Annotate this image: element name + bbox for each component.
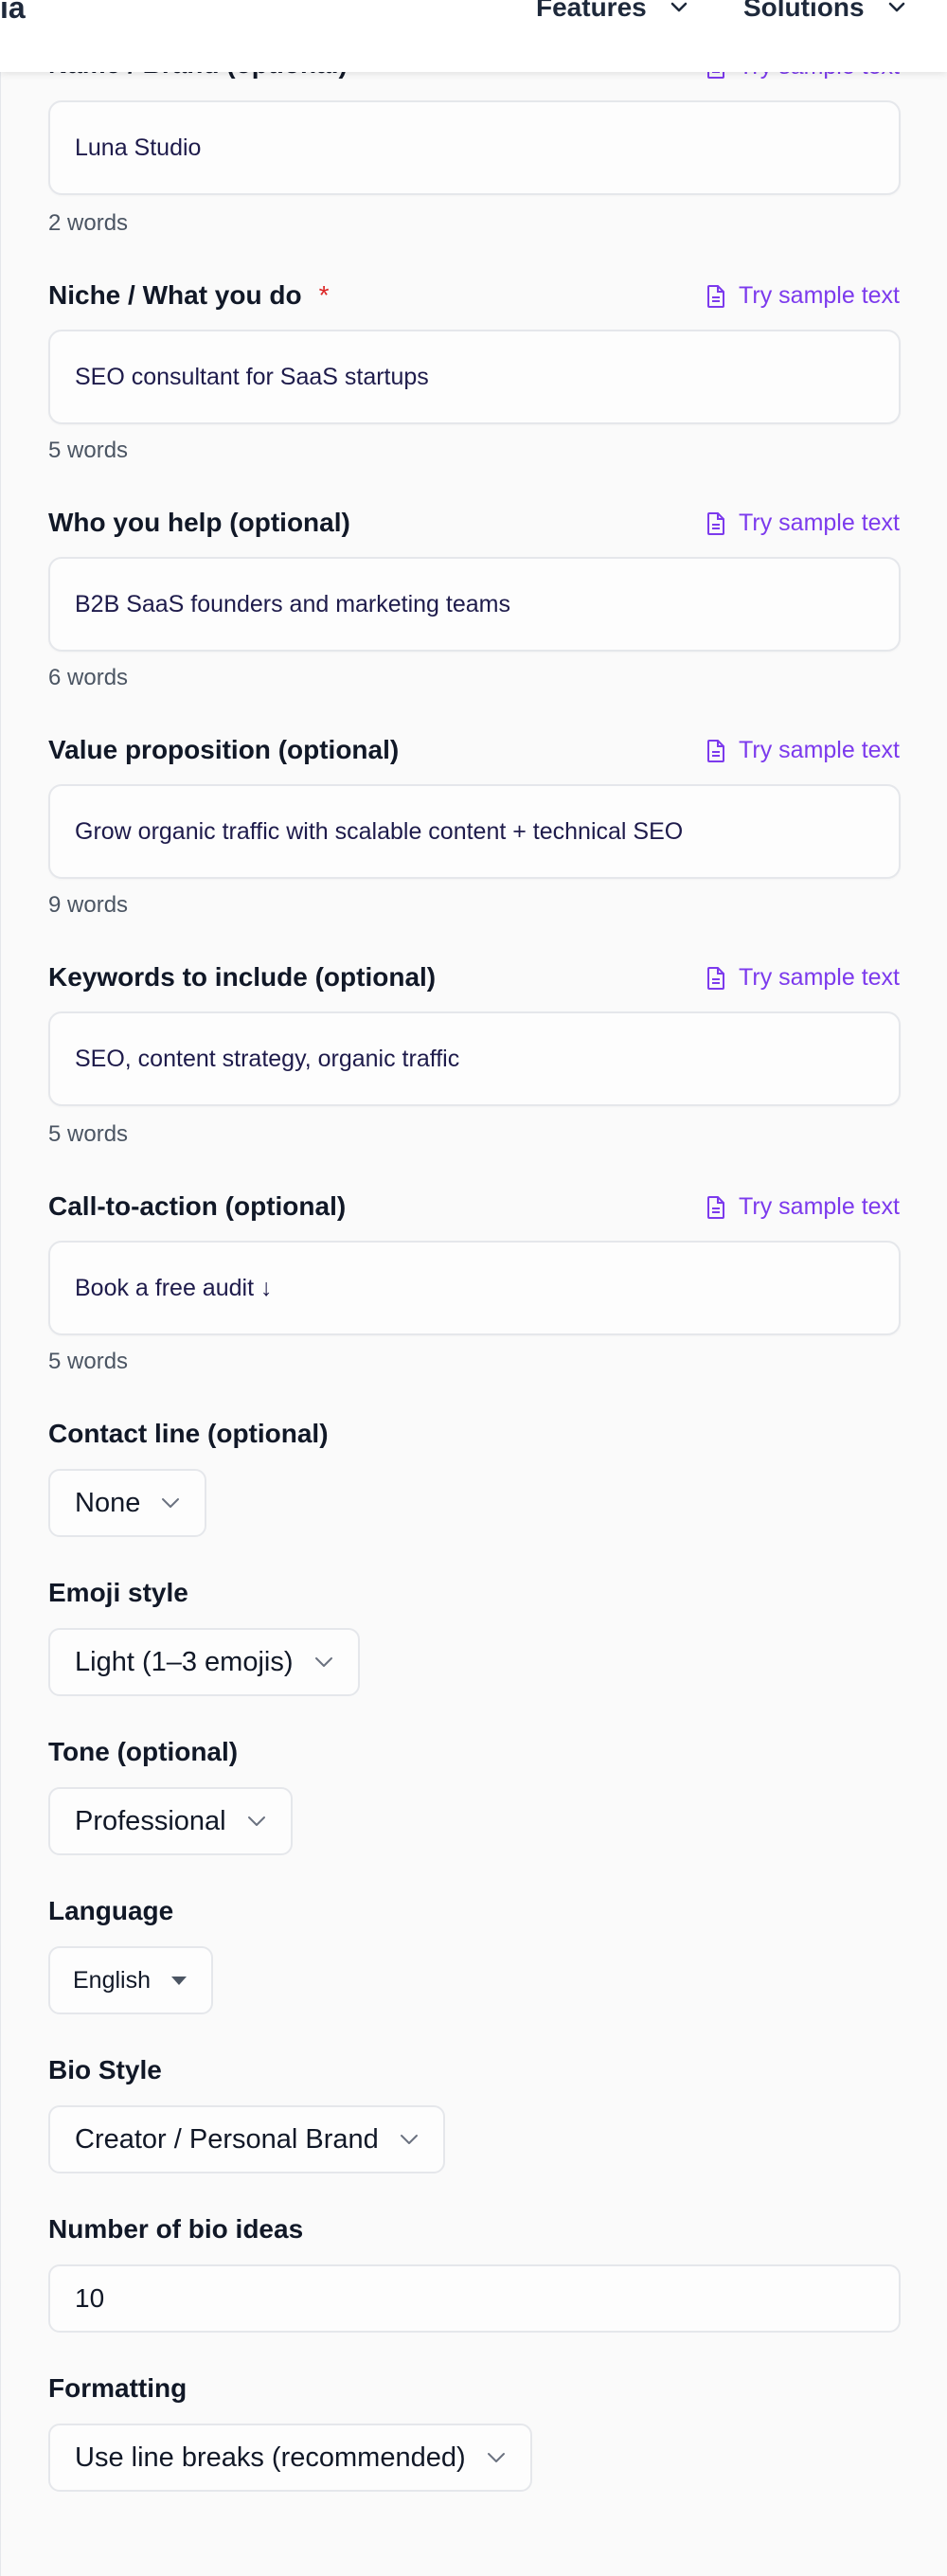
- nav-features-label: Features: [536, 0, 647, 22]
- field-label-formatting: Formatting: [48, 2373, 188, 2403]
- tone-select[interactable]: Professional: [48, 1787, 293, 1855]
- chevron-down-icon: [670, 2, 688, 12]
- audience-value: B2B SaaS founders and marketing teams: [75, 590, 510, 617]
- try-sample-niche[interactable]: Try sample text: [705, 282, 900, 310]
- try-sample-label: Try sample text: [739, 737, 900, 763]
- try-sample-label: Try sample text: [739, 1193, 900, 1220]
- niche-label-text: Niche / What you do: [48, 280, 302, 310]
- bio-style-selected-value: Creator / Personal Brand: [75, 2123, 379, 2155]
- field-label-language: Language: [48, 1896, 174, 1925]
- required-mark: *: [318, 280, 330, 310]
- bio-style-select[interactable]: Creator / Personal Brand: [48, 2105, 445, 2174]
- document-icon: [707, 511, 725, 535]
- num-ideas-value: 10: [75, 2283, 105, 2313]
- try-sample-audience[interactable]: Try sample text: [705, 510, 900, 537]
- emoji-select[interactable]: Light (1–3 emojis): [48, 1628, 360, 1696]
- document-icon: [707, 284, 725, 308]
- word-count-keywords: 5 words: [48, 1121, 129, 1147]
- try-sample-label: Try sample text: [739, 510, 900, 536]
- language-selected-value: English: [73, 1966, 151, 1994]
- field-label-audience: Who you help (optional): [48, 508, 350, 537]
- field-label-bio-style: Bio Style: [48, 2055, 162, 2084]
- cta-input[interactable]: Book a free audit ↓: [48, 1241, 901, 1335]
- field-label-cta: Call-to-action (optional): [48, 1191, 347, 1221]
- field-label-value-prop: Value proposition (optional): [48, 735, 400, 764]
- word-count-cta: 5 words: [48, 1349, 129, 1374]
- chevron-down-icon: [162, 1498, 180, 1508]
- document-icon: [707, 966, 725, 990]
- chevron-down-icon: [487, 2453, 505, 2462]
- try-sample-keywords[interactable]: Try sample text: [705, 964, 900, 992]
- niche-value: SEO consultant for SaaS startups: [75, 363, 429, 390]
- try-sample-label: Try sample text: [739, 964, 900, 991]
- value-prop-value: Grow organic traffic with scalable conte…: [75, 817, 684, 845]
- word-count-value-prop: 9 words: [48, 892, 129, 918]
- nav-solutions-label: Solutions: [743, 0, 865, 22]
- document-icon: [707, 739, 725, 762]
- try-sample-cta[interactable]: Try sample text: [705, 1193, 900, 1221]
- word-count-audience: 6 words: [48, 665, 129, 690]
- emoji-selected-value: Light (1–3 emojis): [75, 1646, 294, 1677]
- audience-input[interactable]: B2B SaaS founders and marketing teams: [48, 557, 901, 652]
- num-ideas-input[interactable]: 10: [48, 2264, 901, 2333]
- name-value: Luna Studio: [75, 134, 202, 161]
- contact-select[interactable]: None: [48, 1469, 207, 1537]
- field-label-num-ideas: Number of bio ideas: [48, 2214, 304, 2244]
- language-select[interactable]: English: [48, 1946, 213, 2014]
- chevron-down-icon: [247, 1816, 265, 1826]
- tone-selected-value: Professional: [75, 1805, 226, 1836]
- chevron-down-icon: [400, 2135, 418, 2144]
- field-label-niche: Niche / What you do *: [48, 280, 329, 311]
- bio-generator-form: Name / Brand (optional) Try sample text …: [0, 0, 947, 2576]
- field-label-contact: Contact line (optional): [48, 1419, 329, 1448]
- cta-value: Book a free audit ↓: [75, 1274, 273, 1301]
- chevron-down-icon: [888, 2, 904, 12]
- nav-solutions[interactable]: Solutions: [743, 0, 906, 23]
- keywords-value: SEO, content strategy, organic traffic: [75, 1045, 460, 1072]
- field-label-keywords: Keywords to include (optional): [48, 962, 437, 992]
- keywords-input[interactable]: SEO, content strategy, organic traffic: [48, 1011, 901, 1106]
- word-count-name: 2 words: [48, 210, 129, 236]
- contact-selected-value: None: [75, 1487, 141, 1518]
- field-label-emoji: Emoji style: [48, 1578, 188, 1607]
- logo[interactable]: ia: [0, 0, 26, 26]
- document-icon: [707, 1195, 725, 1219]
- formatting-selected-value: Use line breaks (recommended): [75, 2442, 466, 2473]
- chevron-down-icon: [314, 1657, 332, 1667]
- formatting-select[interactable]: Use line breaks (recommended): [48, 2424, 532, 2492]
- caret-down-icon: [171, 1977, 187, 1985]
- field-label-tone: Tone (optional): [48, 1737, 239, 1766]
- top-nav-bar: ia Features Solutions: [0, 0, 947, 72]
- niche-input[interactable]: SEO consultant for SaaS startups: [48, 330, 901, 424]
- word-count-niche: 5 words: [48, 438, 129, 463]
- name-input[interactable]: Luna Studio: [48, 100, 901, 195]
- try-sample-value-prop[interactable]: Try sample text: [705, 737, 900, 764]
- nav-features[interactable]: Features: [536, 0, 688, 23]
- value-prop-input[interactable]: Grow organic traffic with scalable conte…: [48, 784, 901, 879]
- try-sample-label: Try sample text: [739, 282, 900, 309]
